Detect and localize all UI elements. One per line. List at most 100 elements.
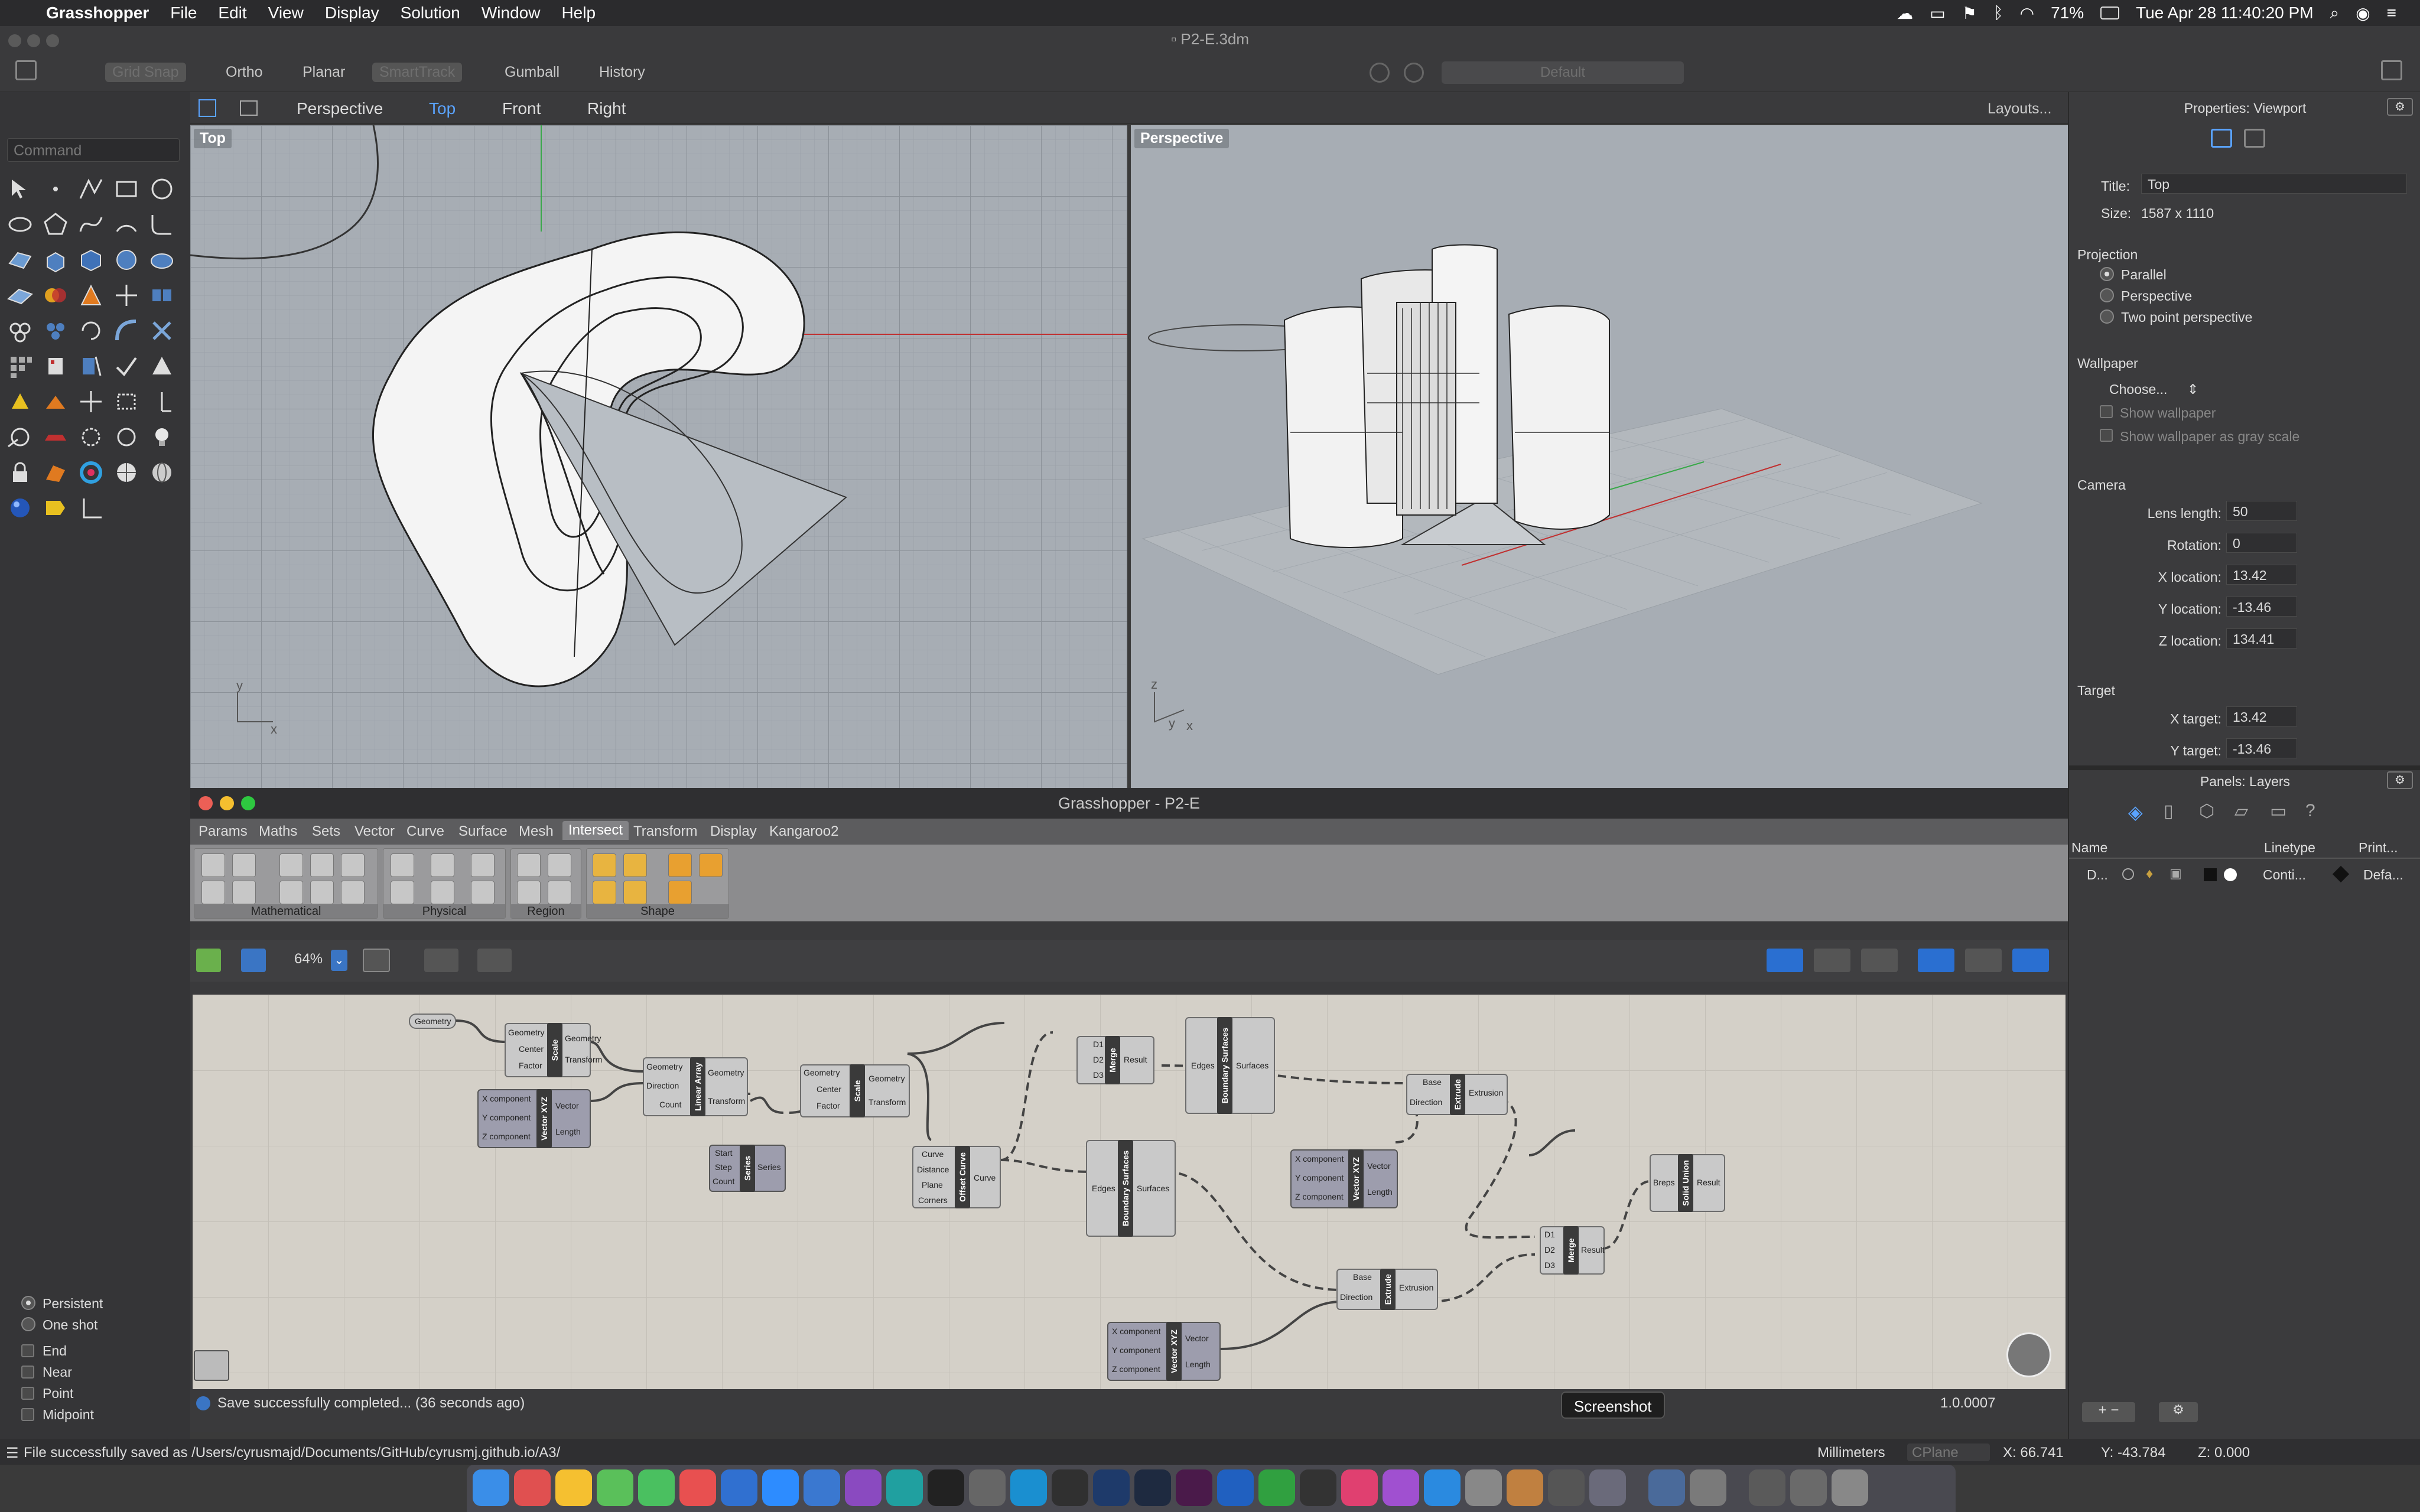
pin-d2[interactable]: D2	[1544, 1245, 1555, 1254]
trim-solid-icon[interactable]	[431, 881, 454, 904]
vector-xyz-component-2[interactable]: X component Y component Z component Vect…	[1290, 1149, 1398, 1208]
rectangle-tool-icon[interactable]	[112, 175, 141, 203]
osnap-tool-icon[interactable]	[6, 423, 34, 451]
pin-count[interactable]: Count	[659, 1100, 681, 1109]
box-tool-icon[interactable]	[77, 246, 105, 274]
tab-front[interactable]: Front	[502, 99, 541, 118]
tab-maths[interactable]: Maths	[259, 823, 297, 840]
text-tool-icon[interactable]	[77, 352, 105, 380]
layer-color-swatch[interactable]	[2204, 868, 2217, 881]
history-toggle[interactable]: History	[592, 63, 652, 82]
two-point-radio[interactable]	[2100, 309, 2114, 324]
pin-transform[interactable]: Transform	[565, 1055, 602, 1064]
boolean-tool-icon[interactable]	[41, 281, 70, 309]
zoom-button[interactable]	[46, 34, 59, 47]
viewport-icon[interactable]	[2244, 129, 2265, 148]
pin-geometry-in[interactable]: Geometry	[804, 1068, 840, 1077]
terminal-icon[interactable]	[928, 1469, 964, 1506]
clash-icon[interactable]	[431, 853, 454, 877]
yloc-field[interactable]: -13.46	[2226, 597, 2297, 617]
sphere-tool-icon[interactable]	[112, 246, 141, 274]
material-swatch[interactable]	[2224, 868, 2237, 881]
wireframe-preview-icon[interactable]	[1767, 949, 1803, 972]
pin-factor[interactable]: Factor	[519, 1061, 542, 1070]
print-color-swatch[interactable]	[2332, 865, 2350, 883]
one-shot-radio[interactable]	[21, 1317, 35, 1331]
zoom-app-icon[interactable]	[762, 1469, 799, 1506]
pin-surfaces[interactable]: Surfaces	[1236, 1061, 1268, 1070]
tab-params[interactable]: Params	[199, 823, 248, 840]
gh-zoom-button[interactable]	[241, 796, 255, 810]
isovist-icon[interactable]	[341, 881, 365, 904]
tab-vector[interactable]: Vector	[354, 823, 395, 840]
pin-curve-in[interactable]: Curve	[922, 1149, 944, 1159]
stack-icon[interactable]	[1790, 1469, 1827, 1506]
podcasts-icon[interactable]	[1383, 1469, 1419, 1506]
pin-vector[interactable]: Vector	[1367, 1161, 1391, 1171]
menu-file[interactable]: File	[160, 4, 207, 22]
notes-icon[interactable]	[1507, 1469, 1543, 1506]
xtarget-field[interactable]: 13.42	[2226, 706, 2297, 726]
analyze-tool-icon[interactable]	[112, 352, 141, 380]
spotlight-icon[interactable]: ⌕	[2330, 4, 2340, 23]
pin-d2[interactable]: D2	[1093, 1055, 1104, 1064]
zoom-dropdown-icon[interactable]: ⌄	[331, 950, 347, 971]
pin-plane[interactable]: Plane	[922, 1180, 943, 1190]
extrude-tool-icon[interactable]	[41, 246, 70, 274]
boundary-surfaces-component-1[interactable]: Edges Boundary Surfaces Surfaces	[1185, 1017, 1275, 1114]
car-tool-icon[interactable]	[41, 423, 70, 451]
appletv-icon[interactable]	[1300, 1469, 1336, 1506]
pin-distance[interactable]: Distance	[917, 1165, 949, 1174]
pin-vector[interactable]: Vector	[555, 1101, 579, 1110]
layer-print[interactable]: Defa...	[2363, 867, 2403, 883]
wifi-icon[interactable]: ◠	[2020, 4, 2034, 23]
messages-icon[interactable]	[597, 1469, 633, 1506]
document-icon[interactable]: ▯	[2164, 801, 2174, 822]
pin-start[interactable]: Start	[715, 1148, 733, 1158]
zoom-level[interactable]: 64%	[294, 951, 323, 967]
solid-intersection-icon[interactable]	[623, 853, 647, 877]
pin-direction[interactable]: Direction	[1410, 1097, 1442, 1107]
pin-z-component[interactable]: Z component	[1295, 1192, 1344, 1201]
github-icon[interactable]	[845, 1469, 882, 1506]
top-viewport-label[interactable]: Top	[194, 129, 232, 148]
pin-geometry-in[interactable]: Geometry	[646, 1062, 682, 1071]
surface-split-icon[interactable]	[391, 881, 414, 904]
render-tool-icon[interactable]	[148, 352, 176, 380]
downloads-icon[interactable]	[1648, 1469, 1685, 1506]
settings-gear-icon[interactable]: ⚙	[2387, 98, 2413, 116]
region-difference-icon[interactable]	[517, 881, 541, 904]
cube-icon[interactable]: ⬡	[2199, 801, 2214, 822]
scale-component-1[interactable]: Geometry Center Factor Scale Geometry Tr…	[505, 1023, 602, 1077]
pin-geometry-in[interactable]: Geometry	[508, 1028, 544, 1037]
wrench-tool-icon[interactable]	[77, 423, 105, 451]
point-checkbox[interactable]	[21, 1387, 34, 1400]
solid-difference-icon[interactable]	[593, 853, 616, 877]
pin-extrusion[interactable]: Extrusion	[1469, 1088, 1503, 1097]
lightroom-icon[interactable]	[1134, 1469, 1171, 1506]
polyline-tool-icon[interactable]	[77, 175, 105, 203]
mesh-difference-icon[interactable]	[668, 881, 692, 904]
appstore-icon[interactable]	[1424, 1469, 1461, 1506]
pin-extrusion[interactable]: Extrusion	[1399, 1283, 1433, 1292]
curve-tool-icon[interactable]	[77, 210, 105, 239]
scale-component-2[interactable]: Geometry Center Factor Scale Geometry Tr…	[800, 1064, 910, 1117]
user-icon[interactable]: ◉	[2356, 4, 2370, 23]
document-preview-icon[interactable]	[1965, 949, 2002, 972]
region-union-icon[interactable]	[548, 881, 571, 904]
perspective-viewport[interactable]: z x y Perspective	[1131, 125, 2068, 788]
pin-d3[interactable]: D3	[1093, 1070, 1104, 1080]
curve-line-icon[interactable]	[310, 853, 334, 877]
end-checkbox[interactable]	[21, 1344, 34, 1357]
explode-tool-icon[interactable]	[41, 387, 70, 416]
brep-split-icon[interactable]	[471, 881, 495, 904]
planar-toggle[interactable]: Planar	[295, 63, 352, 82]
solid-union-component[interactable]: Breps Solid Union Result	[1650, 1154, 1725, 1212]
pin-corners[interactable]: Corners	[918, 1195, 948, 1205]
group-tool-icon[interactable]	[6, 317, 34, 345]
keynote-icon[interactable]	[1217, 1469, 1254, 1506]
move-tool-icon[interactable]	[77, 387, 105, 416]
units-label[interactable]: Millimeters	[1817, 1445, 1885, 1461]
word-icon[interactable]	[804, 1469, 840, 1506]
mesh-quality-icon[interactable]	[2012, 949, 2049, 972]
